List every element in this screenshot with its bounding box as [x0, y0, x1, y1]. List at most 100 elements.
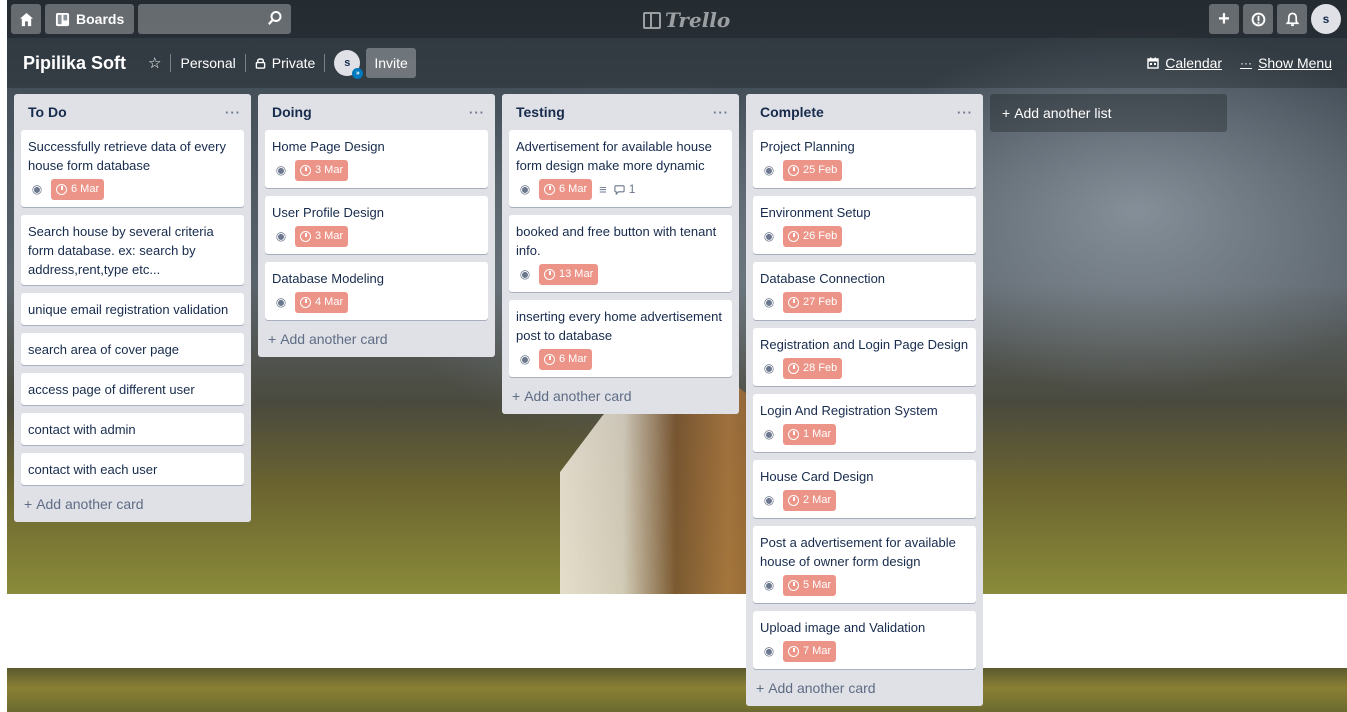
add-card-button[interactable]: + Add another card [746, 677, 983, 706]
card[interactable]: access page of different user [21, 373, 244, 405]
board-title[interactable]: Pipilika Soft [23, 53, 126, 74]
visibility-button[interactable]: Private [255, 55, 316, 71]
card[interactable]: Search house by several criteria form da… [21, 215, 244, 285]
info-button[interactable] [1243, 4, 1273, 34]
card[interactable]: contact with each user [21, 453, 244, 485]
clock-icon [788, 297, 799, 308]
show-menu-button[interactable]: ··· Show Menu [1240, 55, 1332, 71]
card-title: Advertisement for available house form d… [516, 139, 712, 173]
due-date-badge[interactable]: 27 Feb [783, 292, 843, 313]
card-title: contact with admin [28, 422, 136, 437]
due-date-badge[interactable]: 1 Mar [783, 424, 837, 445]
list-header[interactable]: Doing ··· [258, 94, 495, 130]
card-badges: ◉ 6 Mar ≡ 1 [516, 179, 725, 200]
visibility-label: Private [271, 55, 316, 71]
search-box[interactable] [138, 4, 292, 36]
due-date: 4 Mar [315, 296, 344, 308]
plus-icon: + [1002, 105, 1011, 121]
boards-button[interactable]: Boards [45, 4, 135, 34]
add-card-button[interactable]: + Add another card [14, 493, 251, 522]
card[interactable]: Upload image and Validation ◉ 7 Mar [753, 611, 976, 669]
card[interactable]: Advertisement for available house form d… [509, 130, 732, 207]
card-badges: ◉ 6 Mar [28, 179, 237, 200]
trello-logo[interactable]: Trello [643, 8, 730, 32]
header-divider [170, 54, 172, 72]
lock-icon [255, 58, 266, 69]
list-to-do: To Do ··· Successfully retrieve data of … [14, 94, 251, 522]
card[interactable]: unique email registration validation [21, 293, 244, 325]
add-card-button[interactable]: + Add another card [502, 385, 739, 414]
home-button[interactable] [11, 4, 41, 34]
due-date-badge[interactable]: 4 Mar [295, 292, 349, 313]
due-date-badge[interactable]: 6 Mar [539, 179, 593, 200]
due-date-badge[interactable]: 7 Mar [783, 641, 837, 662]
comment-count: 1 [628, 182, 636, 196]
due-date-badge[interactable]: 3 Mar [295, 226, 349, 247]
team-button[interactable]: Personal [180, 55, 235, 71]
top-nav-bar: Boards Trello + s [7, 0, 1347, 38]
clock-icon [788, 363, 799, 374]
clock-icon [300, 297, 311, 308]
add-card-button[interactable]: + Add another card [258, 328, 495, 357]
card[interactable]: Post a advertisement for available house… [753, 526, 976, 603]
list-header[interactable]: Complete ··· [746, 94, 983, 130]
header-right: Calendar ··· Show Menu [1147, 38, 1332, 88]
user-avatar[interactable]: s [1311, 4, 1341, 34]
star-icon[interactable]: ☆ [148, 54, 161, 72]
search-input[interactable] [138, 4, 269, 36]
list-title[interactable]: Doing [272, 104, 312, 120]
notifications-button[interactable] [1277, 4, 1307, 34]
list-title[interactable]: Complete [760, 104, 824, 120]
list-menu-icon[interactable]: ··· [713, 105, 729, 120]
card[interactable]: Project Planning ◉ 25 Feb [753, 130, 976, 188]
card[interactable]: booked and free button with tenant info.… [509, 215, 732, 292]
create-button[interactable]: + [1209, 4, 1239, 34]
member-initial: s [344, 57, 351, 69]
list-menu-icon[interactable]: ··· [957, 105, 973, 120]
clock-icon [300, 231, 311, 242]
list-header[interactable]: Testing ··· [502, 94, 739, 130]
calendar-button[interactable]: Calendar [1147, 55, 1222, 71]
due-date-badge[interactable]: 26 Feb [783, 226, 843, 247]
member-avatar[interactable]: s » [334, 50, 364, 79]
eye-icon: ◉ [763, 578, 775, 592]
list-header[interactable]: To Do ··· [14, 94, 251, 130]
card[interactable]: Home Page Design ◉ 3 Mar [265, 130, 488, 188]
due-date-badge[interactable]: 28 Feb [783, 358, 843, 379]
due-date-badge[interactable]: 3 Mar [295, 160, 349, 181]
due-date-badge[interactable]: 25 Feb [783, 160, 843, 181]
list-title[interactable]: Testing [516, 104, 565, 120]
list-menu-icon[interactable]: ··· [225, 105, 241, 120]
due-date-badge[interactable]: 6 Mar [51, 179, 105, 200]
card[interactable]: contact with admin [21, 413, 244, 445]
card[interactable]: Login And Registration System ◉ 1 Mar [753, 394, 976, 452]
card-badges: ◉ 25 Feb [760, 160, 969, 181]
card-title: Login And Registration System [760, 403, 938, 418]
due-date-badge[interactable]: 2 Mar [783, 490, 837, 511]
card[interactable]: inserting every home advertisement post … [509, 300, 732, 377]
card-badges: ◉ 3 Mar [272, 160, 481, 181]
card[interactable]: Database Modeling ◉ 4 Mar [265, 262, 488, 320]
add-list-button[interactable]: + Add another list [990, 94, 1227, 132]
due-date-badge[interactable]: 5 Mar [783, 575, 837, 596]
comment-badge: 1 [614, 180, 636, 199]
due-date: 27 Feb [803, 296, 838, 308]
card-title: contact with each user [28, 462, 158, 477]
card-title: Post a advertisement for available house… [760, 535, 956, 569]
card[interactable]: User Profile Design ◉ 3 Mar [265, 196, 488, 254]
due-date-badge[interactable]: 6 Mar [539, 349, 593, 370]
card[interactable]: Registration and Login Page Design ◉ 28 … [753, 328, 976, 386]
due-date: 28 Feb [803, 362, 838, 374]
list-menu-icon[interactable]: ··· [469, 105, 485, 120]
invite-button[interactable]: Invite [366, 48, 416, 78]
card[interactable]: Database Connection ◉ 27 Feb [753, 262, 976, 320]
search-icon[interactable] [267, 10, 283, 26]
card[interactable]: Environment Setup ◉ 26 Feb [753, 196, 976, 254]
list-title[interactable]: To Do [28, 104, 67, 120]
card[interactable]: Successfully retrieve data of every hous… [21, 130, 244, 207]
header-divider [244, 54, 246, 72]
card[interactable]: search area of cover page [21, 333, 244, 365]
bell-icon [1285, 12, 1299, 26]
card[interactable]: House Card Design ◉ 2 Mar [753, 460, 976, 518]
due-date-badge[interactable]: 13 Mar [539, 264, 599, 285]
